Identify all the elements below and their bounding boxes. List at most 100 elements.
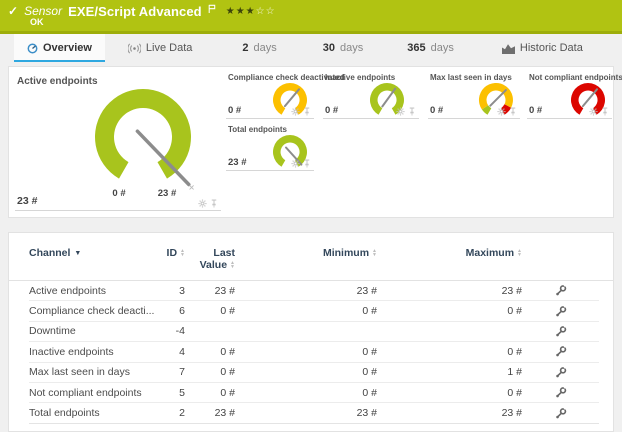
minimum-cell: 23 #	[235, 285, 377, 297]
panel-value: 0 #	[228, 105, 241, 116]
panel-value: 23 #	[228, 157, 247, 168]
wrench-icon[interactable]	[554, 407, 567, 420]
panel-max-last-seen: Max last seen in days 0 #	[428, 73, 520, 119]
maximum-cell: 23 #	[377, 407, 522, 419]
channel-cell[interactable]: Active endpoints	[29, 285, 157, 297]
panel-title: Not compliant endpoints	[529, 73, 622, 82]
panel-value: 0 #	[529, 105, 542, 116]
tab-unit: days	[431, 42, 454, 54]
gear-icon[interactable]	[497, 107, 506, 116]
panel-title: Total endpoints	[228, 125, 287, 134]
column-label: Maximum	[466, 247, 514, 259]
table-row[interactable]: Max last seen in days 7 0 # 0 # 1 #	[29, 363, 599, 383]
tab-live-data[interactable]: Live Data	[115, 34, 205, 62]
gear-icon[interactable]	[291, 107, 300, 116]
last-value-cell: 0 #	[185, 305, 235, 317]
pin-icon[interactable]	[408, 107, 416, 116]
wrench-icon[interactable]	[554, 325, 567, 338]
stars-filled: ★★★	[226, 6, 256, 17]
table-row[interactable]: Inactive endpoints 4 0 # 0 # 0 #	[29, 342, 599, 362]
wrench-icon[interactable]	[554, 305, 567, 318]
panel-value: 0 #	[325, 105, 338, 116]
pin-icon[interactable]	[601, 107, 609, 116]
gear-icon[interactable]	[589, 107, 598, 116]
last-value-cell: 23 #	[185, 407, 235, 419]
gauge-max-label: 23 #	[147, 188, 187, 199]
tab-unit: days	[254, 42, 277, 54]
tab-overview[interactable]: Overview	[14, 34, 105, 62]
tab-bar: Overview Live Data 2 days 30 days 365 da…	[0, 34, 622, 62]
id-cell: 2	[157, 407, 185, 419]
channel-cell[interactable]: Compliance check deacti...	[29, 305, 157, 317]
minimum-cell: 23 #	[235, 407, 377, 419]
maximum-cell: 0 #	[377, 305, 522, 317]
tab-historic-data[interactable]: Historic Data	[489, 34, 596, 62]
flag-icon[interactable]	[208, 4, 216, 14]
tab-2-days[interactable]: 2 days	[229, 34, 289, 62]
panel-not-compliant: Not compliant endpoints 0 #	[527, 73, 612, 119]
gauges-card: Active endpoints 0 # 23 # 23 # Complianc…	[8, 66, 614, 218]
id-cell: 5	[157, 387, 185, 399]
column-header-id[interactable]: ID▲▼	[157, 247, 185, 259]
column-label: Minimum	[323, 247, 369, 259]
panel-compliance-check: Compliance check deactivated 0 #	[226, 73, 314, 119]
column-header-last-value[interactable]: Last Value▲▼	[185, 247, 235, 271]
minimum-cell: 0 #	[235, 387, 377, 399]
channel-cell[interactable]: Total endpoints	[29, 407, 157, 419]
tab-unit: days	[340, 42, 363, 54]
pin-icon[interactable]	[509, 107, 517, 116]
wrench-icon[interactable]	[554, 366, 567, 379]
gauge-min-label: 0 #	[99, 188, 139, 199]
id-cell: 6	[157, 305, 185, 317]
sensor-title: EXE/Script Advanced	[68, 4, 202, 19]
panel-title: Inactive endpoints	[325, 73, 395, 82]
gear-icon[interactable]	[198, 199, 207, 208]
table-row[interactable]: Not compliant endpoints 5 0 # 0 # 0 #	[29, 383, 599, 403]
last-value-cell: 0 #	[185, 366, 235, 378]
id-cell: -4	[157, 325, 185, 337]
priority-stars[interactable]: ★★★☆☆	[226, 6, 276, 17]
tab-label: Live Data	[146, 42, 192, 54]
prtg-sensor-page: { "colors": { "header_green": "#b1c312",…	[0, 0, 622, 432]
table-row[interactable]: Total endpoints 2 23 # 23 # 23 #	[29, 403, 599, 423]
column-label: ID	[167, 247, 178, 259]
channel-cell[interactable]: Downtime	[29, 325, 157, 337]
pin-icon[interactable]	[303, 159, 311, 168]
column-header-minimum[interactable]: Minimum▲▼	[235, 247, 377, 259]
gear-icon[interactable]	[291, 159, 300, 168]
gear-icon[interactable]	[396, 107, 405, 116]
tab-number: 365	[407, 42, 425, 54]
tab-number: 2	[242, 42, 248, 54]
table-row[interactable]: Active endpoints 3 23 # 23 # 23 #	[29, 281, 599, 301]
panel-title: Max last seen in days	[430, 73, 512, 82]
wrench-icon[interactable]	[554, 345, 567, 358]
sensor-kind-label: Sensor	[24, 4, 62, 18]
wrench-icon[interactable]	[554, 386, 567, 399]
pin-icon[interactable]	[303, 107, 311, 116]
last-value-cell: 0 #	[185, 346, 235, 358]
channel-cell[interactable]: Inactive endpoints	[29, 346, 157, 358]
table-row[interactable]: Compliance check deacti... 6 0 # 0 # 0 #	[29, 301, 599, 321]
table-row[interactable]: Downtime -4	[29, 322, 599, 342]
tab-label: Overview	[43, 42, 92, 54]
maximum-cell: 0 #	[377, 387, 522, 399]
tab-365-days[interactable]: 365 days	[394, 34, 467, 62]
minimum-cell: 0 #	[235, 366, 377, 378]
id-cell: 4	[157, 346, 185, 358]
panel-value: 23 #	[17, 195, 37, 207]
minimum-cell: 0 #	[235, 346, 377, 358]
channel-cell[interactable]: Max last seen in days	[29, 366, 157, 378]
tab-30-days[interactable]: 30 days	[310, 34, 377, 62]
tab-number: 30	[323, 42, 335, 54]
last-value-cell: 0 #	[185, 387, 235, 399]
pin-icon[interactable]	[210, 199, 218, 208]
id-cell: 3	[157, 285, 185, 297]
channel-cell[interactable]: Not compliant endpoints	[29, 387, 157, 399]
wrench-icon[interactable]	[554, 284, 567, 297]
panel-inactive-endpoints: Inactive endpoints 0 #	[323, 73, 419, 119]
column-header-channel[interactable]: Channel▼	[29, 247, 157, 259]
table-header-row: Channel▼ ID▲▼ Last Value▲▼ Minimum▲▼ Max…	[9, 233, 613, 281]
status-badge: OK	[30, 17, 44, 27]
tab-label: Historic Data	[520, 42, 583, 54]
column-header-maximum[interactable]: Maximum▲▼	[377, 247, 522, 259]
